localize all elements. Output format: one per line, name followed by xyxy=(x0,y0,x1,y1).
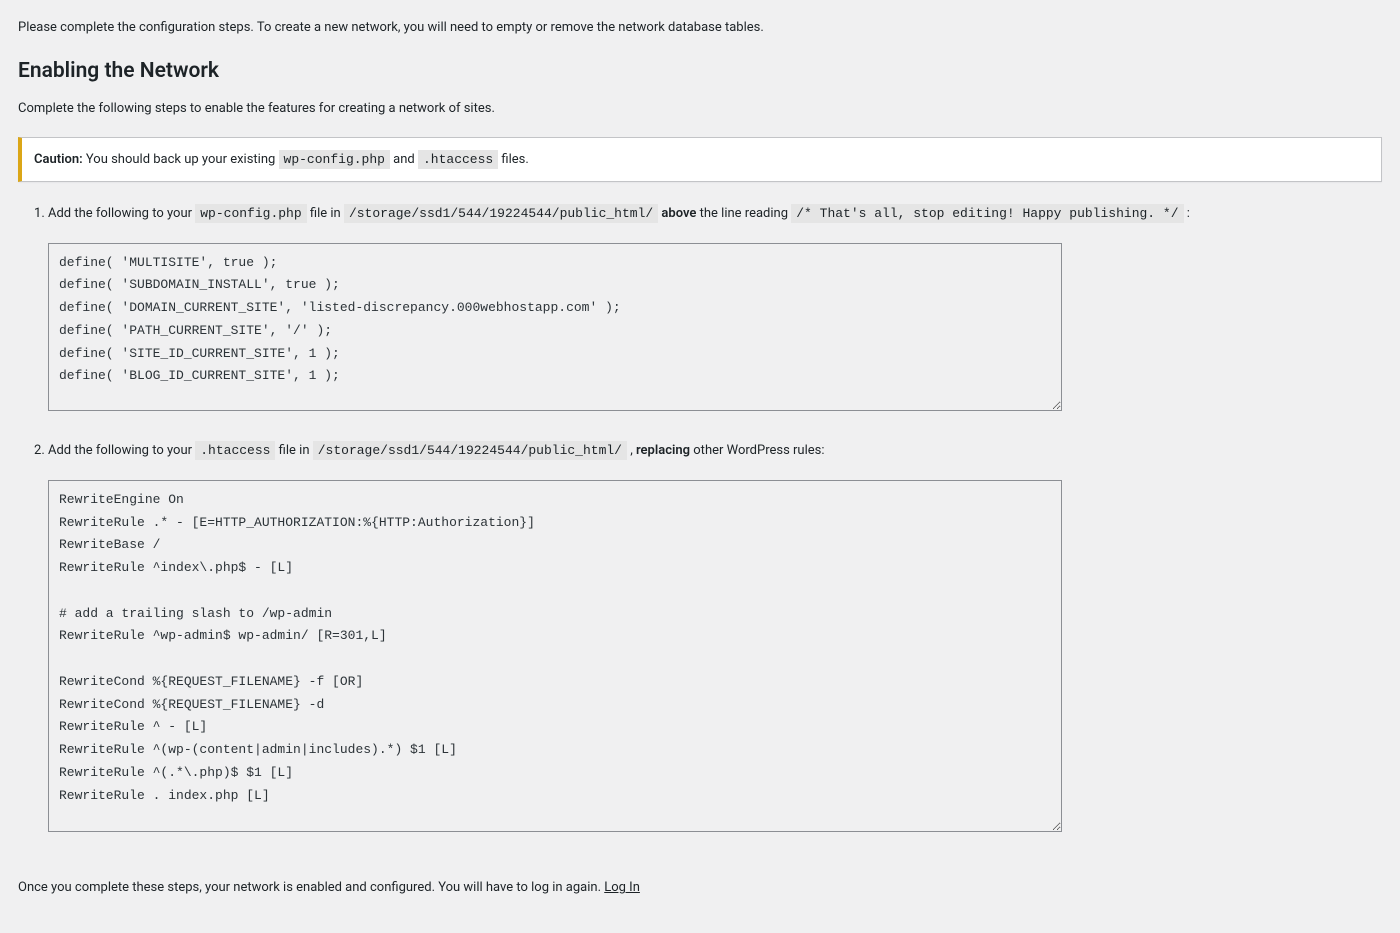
caution-notice: Caution: You should back up your existin… xyxy=(18,137,1382,183)
log-in-link[interactable]: Log In xyxy=(604,880,640,895)
caution-after: files. xyxy=(498,152,529,167)
step2-replacing: replacing xyxy=(636,443,690,458)
step1-above: above xyxy=(661,206,696,221)
step-2: Add the following to your .htaccess file… xyxy=(48,439,1382,464)
steps-list: Add the following to your wp-config.php … xyxy=(48,202,1382,227)
intro-text: Please complete the configuration steps.… xyxy=(18,18,1382,38)
footer-message: Once you complete these steps, your netw… xyxy=(18,880,604,895)
step2-suffix: other WordPress rules: xyxy=(690,443,824,458)
wp-config-code-block[interactable] xyxy=(48,243,1062,411)
step2-file: .htaccess xyxy=(195,441,275,460)
steps-list-2: Add the following to your .htaccess file… xyxy=(48,439,1382,464)
step-1: Add the following to your wp-config.php … xyxy=(48,202,1382,227)
htaccess-code: .htaccess xyxy=(418,150,498,169)
step1-stopline: /* That's all, stop editing! Happy publi… xyxy=(791,204,1183,223)
htaccess-code-block[interactable] xyxy=(48,480,1062,832)
step1-mid3: the line reading xyxy=(696,206,791,221)
footer-text: Once you complete these steps, your netw… xyxy=(18,878,1382,898)
step2-mid2: , xyxy=(627,443,636,458)
step1-file: wp-config.php xyxy=(195,204,306,223)
wp-config-code: wp-config.php xyxy=(279,150,390,169)
caution-text: Caution: You should back up your existin… xyxy=(34,150,1369,170)
step1-mid1: file in xyxy=(307,206,344,221)
step1-path: /storage/ssd1/544/19224544/public_html/ xyxy=(344,204,658,223)
section-heading: Enabling the Network xyxy=(18,56,1382,88)
step1-suffix: : xyxy=(1184,206,1190,221)
caution-mid: and xyxy=(390,152,418,167)
step2-prefix: Add the following to your xyxy=(48,443,195,458)
caution-label: Caution: xyxy=(34,152,83,167)
step2-path: /storage/ssd1/544/19224544/public_html/ xyxy=(313,441,627,460)
step2-mid1: file in xyxy=(275,443,312,458)
caution-before: You should back up your existing xyxy=(83,152,279,167)
section-subtitle: Complete the following steps to enable t… xyxy=(18,99,1382,119)
step1-prefix: Add the following to your xyxy=(48,206,195,221)
